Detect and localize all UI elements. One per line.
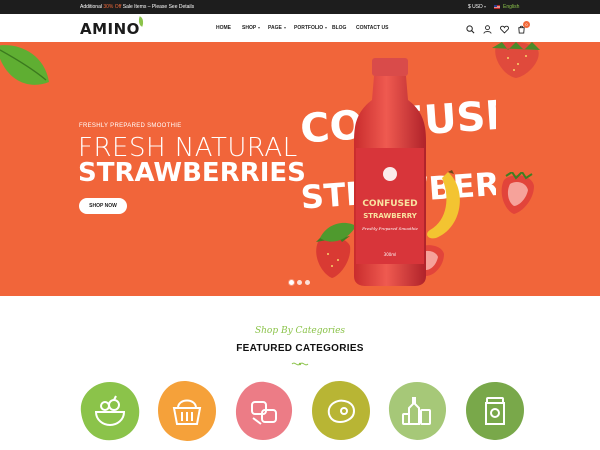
currency-selector[interactable]: $ USD bbox=[468, 4, 487, 10]
nav-home[interactable]: HOME bbox=[216, 25, 242, 31]
hero-slider: FRESHLY PREPARED SMOOTHIE FRESH NATURAL … bbox=[0, 42, 600, 296]
category-list bbox=[0, 380, 600, 450]
category-badge bbox=[312, 380, 370, 440]
currency-label: $ USD bbox=[468, 4, 483, 10]
chevron-down-icon bbox=[258, 27, 261, 29]
category-item-drinks[interactable] bbox=[387, 380, 449, 442]
nav-shop[interactable]: SHOP bbox=[242, 25, 268, 31]
category-item-meat[interactable] bbox=[310, 380, 372, 442]
nav-home-label: HOME bbox=[216, 25, 231, 31]
bottle-label-sub: Freshly Prepared Smoothie bbox=[361, 226, 418, 231]
promo-prefix: Additional bbox=[80, 4, 104, 10]
main-nav: HOME SHOP PAGE PORTFOLIO BLOG CONTACT US bbox=[216, 25, 396, 31]
bottle-label-line1: CONFUSED bbox=[362, 199, 417, 209]
heart-icon[interactable] bbox=[498, 23, 510, 35]
strawberry-half-decoration bbox=[501, 172, 534, 214]
slider-dots bbox=[289, 280, 310, 285]
search-icon[interactable] bbox=[464, 23, 476, 35]
nav-contact[interactable]: CONTACT US bbox=[356, 25, 396, 31]
category-item-bakery[interactable] bbox=[233, 380, 295, 442]
top-bar: Additional 30% Off Sale Items – Please S… bbox=[0, 0, 600, 14]
user-icon[interactable] bbox=[481, 23, 493, 35]
category-badge bbox=[388, 382, 447, 440]
page: Additional 30% Off Sale Items – Please S… bbox=[0, 0, 600, 450]
category-item-preserves[interactable] bbox=[464, 380, 526, 442]
slider-dot-1[interactable] bbox=[289, 280, 294, 285]
category-badge bbox=[80, 382, 140, 441]
shop-now-button[interactable]: SHOP NOW bbox=[79, 198, 127, 214]
promo-highlight: 30% Off bbox=[103, 4, 122, 10]
categories-subtitle: Shop By Categories bbox=[254, 326, 346, 336]
strawberry-decoration bbox=[492, 42, 540, 78]
nav-blog[interactable]: BLOG bbox=[332, 25, 356, 31]
cart-button[interactable]: 0 bbox=[515, 21, 530, 35]
promo-text: Additional 30% Off Sale Items – Please S… bbox=[80, 4, 194, 10]
ornament-icon bbox=[291, 362, 309, 366]
main-header: AMINO HOME SHOP PAGE PORTFOLIO BLOG CONT… bbox=[0, 14, 600, 42]
nav-page-label: PAGE bbox=[268, 25, 282, 31]
nav-shop-label: SHOP bbox=[242, 25, 257, 31]
hero-title-line2: STRAWBERRIES bbox=[78, 158, 306, 188]
logo-text: AMINO bbox=[80, 20, 140, 38]
category-item-basket[interactable] bbox=[156, 380, 218, 442]
bottle-label-line2: STRAWBERRY bbox=[363, 212, 418, 220]
hero-eyebrow: FRESHLY PREPARED SMOOTHIE bbox=[79, 123, 182, 129]
nav-contact-label: CONTACT US bbox=[356, 25, 389, 31]
category-badge bbox=[466, 382, 524, 440]
slider-dot-2[interactable] bbox=[297, 280, 302, 285]
header-icons: 0 bbox=[464, 21, 530, 35]
nav-portfolio[interactable]: PORTFOLIO bbox=[294, 25, 332, 31]
nav-blog-label: BLOG bbox=[332, 25, 347, 31]
category-item-fruits[interactable] bbox=[79, 380, 141, 442]
bottle-volume: 300ml bbox=[384, 252, 397, 257]
language-selector[interactable]: English bbox=[494, 4, 519, 10]
slider-dot-3[interactable] bbox=[305, 280, 310, 285]
smoothie-bottle: CONFUSED STRAWBERRY Freshly Prepared Smo… bbox=[354, 58, 426, 286]
flag-icon bbox=[494, 5, 500, 9]
category-badge bbox=[235, 381, 293, 440]
logo[interactable]: AMINO bbox=[80, 16, 146, 38]
language-label: English bbox=[503, 4, 520, 10]
category-badge bbox=[158, 380, 216, 441]
promo-suffix: Sale Items – Please See Details bbox=[121, 4, 195, 10]
chevron-down-icon bbox=[283, 27, 286, 29]
chevron-down-icon bbox=[484, 6, 487, 8]
cart-count-badge: 0 bbox=[523, 21, 530, 28]
categories-title: FEATURED CATEGORIES bbox=[236, 343, 364, 354]
leaf-decoration bbox=[0, 45, 49, 85]
chevron-down-icon bbox=[325, 27, 328, 29]
nav-page[interactable]: PAGE bbox=[268, 25, 294, 31]
nav-portfolio-label: PORTFOLIO bbox=[294, 25, 324, 31]
